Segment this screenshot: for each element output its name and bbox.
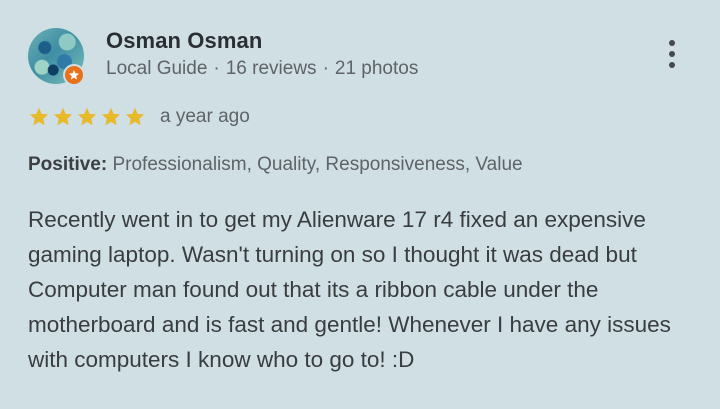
- reviewer-review-count: 16 reviews: [225, 58, 317, 79]
- star-icon: [101, 107, 121, 126]
- star-icon: [125, 107, 145, 126]
- star-rating: [28, 106, 146, 128]
- attributes-values: Professionalism, Quality, Responsiveness…: [112, 154, 523, 175]
- meta-separator: ·: [322, 58, 329, 79]
- meta-separator: ·: [213, 58, 220, 79]
- local-guide-badge-icon: [63, 64, 85, 86]
- reviewer-meta: Local Guide · 16 reviews · 21 photos: [106, 58, 418, 80]
- reviewer-photo-count: 21 photos: [334, 58, 419, 79]
- menu-dot: [669, 62, 675, 68]
- review-text: Recently went in to get my Alienware 17 …: [28, 207, 671, 372]
- review-time: a year ago: [160, 106, 250, 127]
- star-icon: [29, 107, 49, 126]
- review-header: Osman Osman Local Guide · 16 reviews · 21 ph…: [28, 26, 692, 88]
- reviewer-name[interactable]: Osman Osman: [106, 28, 262, 54]
- rating-row: a year ago: [28, 104, 250, 130]
- star-icon: [53, 107, 73, 126]
- review-card: Osman Osman Local Guide · 16 reviews · 21 ph…: [0, 0, 720, 409]
- attributes-label: Positive:: [28, 154, 108, 175]
- menu-dot: [669, 40, 675, 46]
- avatar[interactable]: [28, 28, 85, 86]
- star-icon: [77, 107, 97, 126]
- review-attributes: Positive: Professionalism, Quality, Resp…: [28, 154, 523, 176]
- more-vert-icon[interactable]: [660, 36, 684, 72]
- menu-dot: [669, 51, 675, 57]
- reviewer-role: Local Guide: [106, 58, 208, 79]
